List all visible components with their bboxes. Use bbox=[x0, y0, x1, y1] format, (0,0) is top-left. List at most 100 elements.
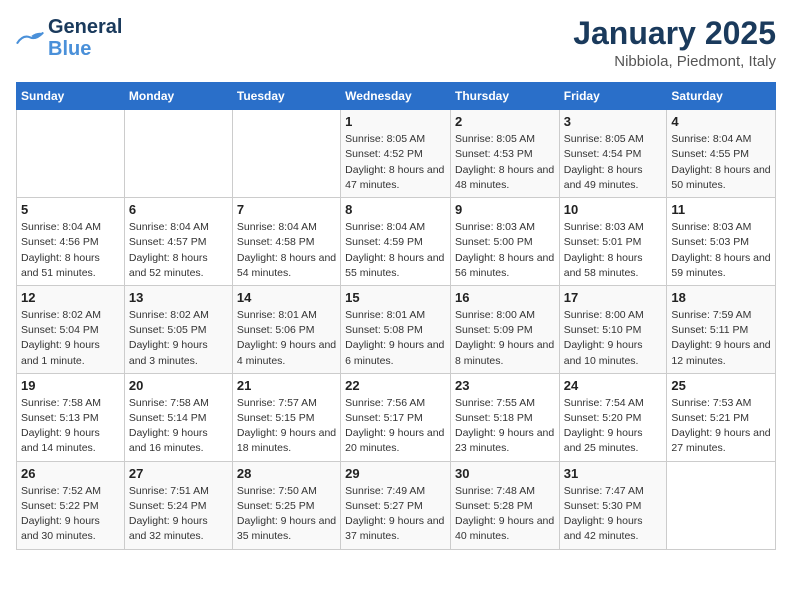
day-info: Sunrise: 8:05 AM Sunset: 4:54 PM Dayligh… bbox=[564, 132, 663, 193]
calendar-cell bbox=[124, 110, 232, 198]
calendar-header: SundayMondayTuesdayWednesdayThursdayFrid… bbox=[17, 83, 776, 110]
day-info: Sunrise: 7:48 AM Sunset: 5:28 PM Dayligh… bbox=[455, 484, 555, 545]
day-info: Sunrise: 7:55 AM Sunset: 5:18 PM Dayligh… bbox=[455, 396, 555, 457]
calendar-cell: 1 Sunrise: 8:05 AM Sunset: 4:52 PM Daylig… bbox=[341, 110, 451, 198]
calendar-cell: 13 Sunrise: 8:02 AM Sunset: 5:05 PM Dayli… bbox=[124, 285, 232, 373]
header-row: SundayMondayTuesdayWednesdayThursdayFrid… bbox=[17, 83, 776, 110]
day-info: Sunrise: 8:01 AM Sunset: 5:08 PM Dayligh… bbox=[345, 308, 446, 369]
day-info: Sunrise: 7:56 AM Sunset: 5:17 PM Dayligh… bbox=[345, 396, 446, 457]
day-info: Sunrise: 7:51 AM Sunset: 5:24 PM Dayligh… bbox=[129, 484, 228, 545]
calendar-cell: 19Sunrise: 7:58 AM Sunset: 5:13 PM Dayli… bbox=[17, 373, 125, 461]
calendar-cell: 5 Sunrise: 8:04 AM Sunset: 4:56 PM Daylig… bbox=[17, 198, 125, 286]
day-info: Sunrise: 8:04 AM Sunset: 4:55 PM Dayligh… bbox=[671, 132, 771, 193]
day-info: Sunrise: 8:03 AM Sunset: 5:03 PM Dayligh… bbox=[671, 220, 771, 281]
day-number: 9 bbox=[455, 202, 555, 217]
calendar-cell: 6 Sunrise: 8:04 AM Sunset: 4:57 PM Daylig… bbox=[124, 198, 232, 286]
day-number: 11 bbox=[671, 202, 771, 217]
day-number: 2 bbox=[455, 114, 555, 129]
calendar-table: SundayMondayTuesdayWednesdayThursdayFrid… bbox=[16, 82, 776, 549]
day-number: 25 bbox=[671, 378, 771, 393]
day-info: Sunrise: 8:05 AM Sunset: 4:52 PM Dayligh… bbox=[345, 132, 446, 193]
page-header: General Blue January 2025 Nibbiola, Pied… bbox=[16, 16, 776, 70]
day-number: 16 bbox=[455, 290, 555, 305]
header-thursday: Thursday bbox=[450, 83, 559, 110]
day-number: 18 bbox=[671, 290, 771, 305]
day-number: 19 bbox=[21, 378, 120, 393]
calendar-cell: 12 Sunrise: 8:02 AM Sunset: 5:04 PM Dayli… bbox=[17, 285, 125, 373]
week-row-3: 12 Sunrise: 8:02 AM Sunset: 5:04 PM Dayli… bbox=[17, 285, 776, 373]
logo-general: General bbox=[48, 16, 122, 38]
calendar-cell: 21Sunrise: 7:57 AM Sunset: 5:15 PM Dayli… bbox=[232, 373, 340, 461]
day-number: 14 bbox=[237, 290, 336, 305]
day-info: Sunrise: 8:03 AM Sunset: 5:01 PM Dayligh… bbox=[564, 220, 663, 281]
calendar-cell bbox=[17, 110, 125, 198]
day-number: 12 bbox=[21, 290, 120, 305]
day-number: 8 bbox=[345, 202, 446, 217]
header-wednesday: Wednesday bbox=[341, 83, 451, 110]
day-info: Sunrise: 8:04 AM Sunset: 4:57 PM Dayligh… bbox=[129, 220, 228, 281]
day-info: Sunrise: 8:04 AM Sunset: 4:58 PM Dayligh… bbox=[237, 220, 336, 281]
logo-icon bbox=[16, 30, 44, 46]
day-info: Sunrise: 7:53 AM Sunset: 5:21 PM Dayligh… bbox=[671, 396, 771, 457]
day-info: Sunrise: 8:00 AM Sunset: 5:09 PM Dayligh… bbox=[455, 308, 555, 369]
day-number: 31 bbox=[564, 466, 663, 481]
day-number: 7 bbox=[237, 202, 336, 217]
calendar-cell: 2 Sunrise: 8:05 AM Sunset: 4:53 PM Daylig… bbox=[450, 110, 559, 198]
calendar-cell: 23 Sunrise: 7:55 AM Sunset: 5:18 PM Dayli… bbox=[450, 373, 559, 461]
day-number: 20 bbox=[129, 378, 228, 393]
header-saturday: Saturday bbox=[667, 83, 776, 110]
calendar-cell: 8 Sunrise: 8:04 AM Sunset: 4:59 PM Daylig… bbox=[341, 198, 451, 286]
day-info: Sunrise: 8:01 AM Sunset: 5:06 PM Dayligh… bbox=[237, 308, 336, 369]
day-info: Sunrise: 8:05 AM Sunset: 4:53 PM Dayligh… bbox=[455, 132, 555, 193]
day-number: 30 bbox=[455, 466, 555, 481]
day-number: 3 bbox=[564, 114, 663, 129]
calendar-cell: 27Sunrise: 7:51 AM Sunset: 5:24 PM Dayli… bbox=[124, 461, 232, 549]
calendar-cell: 3 Sunrise: 8:05 AM Sunset: 4:54 PM Daylig… bbox=[559, 110, 667, 198]
calendar-cell bbox=[232, 110, 340, 198]
location-subtitle: Nibbiola, Piedmont, Italy bbox=[573, 53, 776, 70]
header-sunday: Sunday bbox=[17, 83, 125, 110]
calendar-cell: 15Sunrise: 8:01 AM Sunset: 5:08 PM Dayli… bbox=[341, 285, 451, 373]
day-number: 13 bbox=[129, 290, 228, 305]
calendar-cell: 14 Sunrise: 8:01 AM Sunset: 5:06 PM Dayli… bbox=[232, 285, 340, 373]
day-number: 29 bbox=[345, 466, 446, 481]
title-block: January 2025 Nibbiola, Piedmont, Italy bbox=[573, 16, 776, 70]
day-info: Sunrise: 7:58 AM Sunset: 5:14 PM Dayligh… bbox=[129, 396, 228, 457]
calendar-cell: 17Sunrise: 8:00 AM Sunset: 5:10 PM Dayli… bbox=[559, 285, 667, 373]
calendar-cell: 7 Sunrise: 8:04 AM Sunset: 4:58 PM Daylig… bbox=[232, 198, 340, 286]
day-info: Sunrise: 8:04 AM Sunset: 4:56 PM Dayligh… bbox=[21, 220, 120, 281]
calendar-cell bbox=[667, 461, 776, 549]
day-info: Sunrise: 8:04 AM Sunset: 4:59 PM Dayligh… bbox=[345, 220, 446, 281]
day-info: Sunrise: 7:47 AM Sunset: 5:30 PM Dayligh… bbox=[564, 484, 663, 545]
month-title: January 2025 bbox=[573, 16, 776, 51]
day-info: Sunrise: 8:02 AM Sunset: 5:04 PM Dayligh… bbox=[21, 308, 120, 369]
header-monday: Monday bbox=[124, 83, 232, 110]
day-number: 21 bbox=[237, 378, 336, 393]
calendar-cell: 25 Sunrise: 7:53 AM Sunset: 5:21 PM Dayli… bbox=[667, 373, 776, 461]
calendar-cell: 10Sunrise: 8:03 AM Sunset: 5:01 PM Dayli… bbox=[559, 198, 667, 286]
header-friday: Friday bbox=[559, 83, 667, 110]
calendar-cell: 24Sunrise: 7:54 AM Sunset: 5:20 PM Dayli… bbox=[559, 373, 667, 461]
day-number: 26 bbox=[21, 466, 120, 481]
day-info: Sunrise: 8:02 AM Sunset: 5:05 PM Dayligh… bbox=[129, 308, 228, 369]
calendar-cell: 28 Sunrise: 7:50 AM Sunset: 5:25 PM Dayli… bbox=[232, 461, 340, 549]
calendar-cell: 30 Sunrise: 7:48 AM Sunset: 5:28 PM Dayli… bbox=[450, 461, 559, 549]
calendar-cell: 26 Sunrise: 7:52 AM Sunset: 5:22 PM Dayli… bbox=[17, 461, 125, 549]
day-info: Sunrise: 8:00 AM Sunset: 5:10 PM Dayligh… bbox=[564, 308, 663, 369]
logo: General Blue bbox=[16, 16, 122, 60]
day-info: Sunrise: 7:50 AM Sunset: 5:25 PM Dayligh… bbox=[237, 484, 336, 545]
day-info: Sunrise: 7:54 AM Sunset: 5:20 PM Dayligh… bbox=[564, 396, 663, 457]
day-info: Sunrise: 8:03 AM Sunset: 5:00 PM Dayligh… bbox=[455, 220, 555, 281]
day-info: Sunrise: 7:52 AM Sunset: 5:22 PM Dayligh… bbox=[21, 484, 120, 545]
day-number: 5 bbox=[21, 202, 120, 217]
day-number: 6 bbox=[129, 202, 228, 217]
calendar-cell: 20 Sunrise: 7:58 AM Sunset: 5:14 PM Dayli… bbox=[124, 373, 232, 461]
day-number: 28 bbox=[237, 466, 336, 481]
calendar-cell: 11 Sunrise: 8:03 AM Sunset: 5:03 PM Dayli… bbox=[667, 198, 776, 286]
day-number: 23 bbox=[455, 378, 555, 393]
week-row-4: 19Sunrise: 7:58 AM Sunset: 5:13 PM Dayli… bbox=[17, 373, 776, 461]
header-tuesday: Tuesday bbox=[232, 83, 340, 110]
week-row-1: 1 Sunrise: 8:05 AM Sunset: 4:52 PM Daylig… bbox=[17, 110, 776, 198]
calendar-cell: 9 Sunrise: 8:03 AM Sunset: 5:00 PM Daylig… bbox=[450, 198, 559, 286]
day-number: 1 bbox=[345, 114, 446, 129]
